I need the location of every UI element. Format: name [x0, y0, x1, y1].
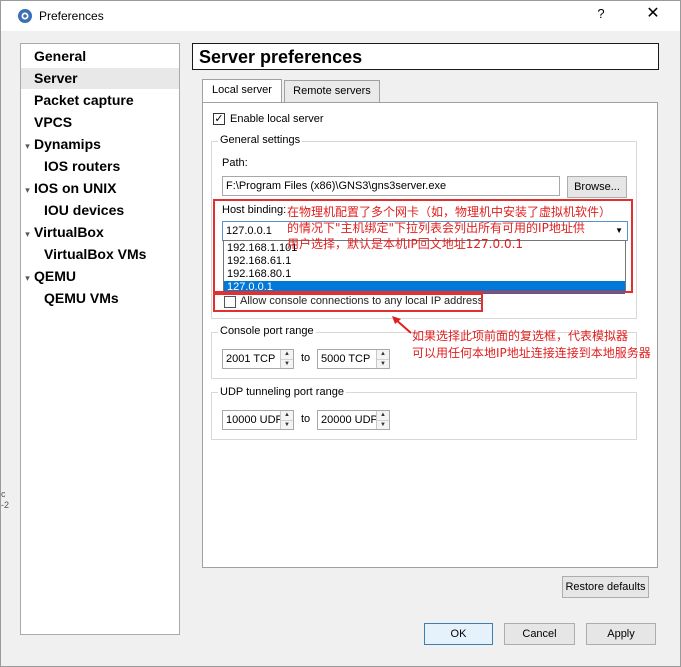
spin-down-icon[interactable]: ▼: [281, 420, 293, 429]
sidebar-item-label: IOU devices: [44, 202, 125, 218]
sidebar-item-server[interactable]: Server: [21, 68, 179, 89]
browse-button[interactable]: Browse...: [567, 176, 627, 198]
background-text-fragment: -2: [1, 500, 10, 510]
chevron-down-icon[interactable]: ▾: [21, 224, 34, 245]
sidebar-item-general[interactable]: General: [21, 46, 179, 67]
window-title: Preferences: [39, 9, 104, 23]
udp-port-to-value: 20000 UDP: [321, 414, 378, 426]
sidebar-item-virtualbox-vms[interactable]: VirtualBox VMs: [21, 244, 179, 265]
udp-port-from-spinner[interactable]: 10000 UDP ▲ ▼: [222, 410, 294, 430]
restore-defaults-button[interactable]: Restore defaults: [562, 576, 649, 598]
spin-down-icon[interactable]: ▼: [377, 420, 389, 429]
spin-down-icon[interactable]: ▼: [281, 359, 293, 368]
spin-up-icon[interactable]: ▲: [377, 411, 389, 420]
sidebar-item-label: Packet capture: [34, 92, 134, 108]
sidebar-item-label: Server: [34, 70, 78, 86]
title-bar: Preferences ? ✕: [1, 1, 680, 31]
chevron-down-icon[interactable]: ▾: [21, 136, 34, 157]
chevron-down-icon[interactable]: ▾: [21, 180, 34, 201]
sidebar-item-label: QEMU VMs: [44, 290, 119, 306]
sidebar-item-label: VirtualBox: [34, 224, 104, 240]
ok-button[interactable]: OK: [424, 623, 493, 645]
udp-port-from-value: 10000 UDP: [226, 414, 283, 426]
spinner-buttons: ▲ ▼: [376, 411, 389, 429]
sidebar-item-qemu-vms[interactable]: QEMU VMs: [21, 288, 179, 309]
help-icon[interactable]: ?: [593, 5, 609, 23]
sidebar-item-label: QEMU: [34, 268, 76, 284]
allow-console-highlight-box: [213, 293, 483, 312]
path-label: Path:: [222, 157, 248, 169]
spinner-buttons: ▲ ▼: [280, 350, 293, 368]
spinner-buttons: ▲ ▼: [376, 350, 389, 368]
enable-local-server-checkbox[interactable]: ✓: [213, 113, 225, 125]
cancel-button[interactable]: Cancel: [504, 623, 575, 645]
page-title-box: Server preferences: [192, 43, 659, 70]
preferences-window: Preferences ? ✕ c -2 General Server Pack…: [0, 0, 681, 667]
spin-up-icon[interactable]: ▲: [377, 350, 389, 359]
sidebar-item-virtualbox[interactable]: ▾ VirtualBox: [21, 222, 179, 243]
sidebar-item-dynamips[interactable]: ▾ Dynamips: [21, 134, 179, 155]
sidebar-item-label: IOS on UNIX: [34, 180, 117, 196]
console-annotation-line: 可以用任何本地IP地址连接连接到本地服务器: [412, 346, 651, 360]
page-title: Server preferences: [199, 47, 363, 67]
console-port-from-spinner[interactable]: 2001 TCP ▲ ▼: [222, 349, 294, 369]
console-port-to-spinner[interactable]: 5000 TCP ▲ ▼: [317, 349, 390, 369]
console-port-to-value: 5000 TCP: [321, 353, 371, 365]
apply-button[interactable]: Apply: [586, 623, 656, 645]
general-settings-title: General settings: [218, 134, 303, 146]
sidebar-item-vpcs[interactable]: VPCS: [21, 112, 179, 133]
sidebar-item-packet-capture[interactable]: Packet capture: [21, 90, 179, 111]
console-annotation-line: 如果选择此项前面的复选框，代表模拟器: [412, 329, 629, 343]
sidebar-item-qemu[interactable]: ▾ QEMU: [21, 266, 179, 287]
annotation-arrow-icon: [392, 316, 412, 334]
host-binding-annotation-line: 的情况下"主机绑定"下拉列表会列出所有可用的IP地址供: [287, 221, 585, 235]
to-label: to: [301, 352, 311, 364]
sidebar-item-label: Dynamips: [34, 136, 101, 152]
host-binding-annotation-line: 在物理机配置了多个网卡（如，物理机中安装了虚拟机软件）: [287, 205, 612, 219]
path-input[interactable]: F:\Program Files (x86)\GNS3\gns3server.e…: [222, 176, 560, 196]
sidebar-item-ios-on-unix[interactable]: ▾ IOS on UNIX: [21, 178, 179, 199]
spin-up-icon[interactable]: ▲: [281, 350, 293, 359]
background-text-fragment: c: [1, 489, 6, 499]
spin-down-icon[interactable]: ▼: [377, 359, 389, 368]
udp-port-title: UDP tunneling port range: [218, 386, 346, 398]
sidebar-item-iou-devices[interactable]: IOU devices: [21, 200, 179, 221]
sidebar-item-ios-routers[interactable]: IOS routers: [21, 156, 179, 177]
sidebar-item-label: IOS routers: [44, 158, 121, 174]
console-port-from-value: 2001 TCP: [226, 353, 276, 365]
udp-port-to-spinner[interactable]: 20000 UDP ▲ ▼: [317, 410, 390, 430]
to-label: to: [301, 413, 311, 425]
enable-local-server-label: Enable local server: [230, 113, 324, 125]
sidebar-item-label: VPCS: [34, 114, 73, 130]
chevron-down-icon[interactable]: ▾: [21, 268, 34, 289]
sidebar-item-label: General: [34, 48, 87, 64]
tab-local-server[interactable]: Local server: [202, 79, 282, 103]
spinner-buttons: ▲ ▼: [280, 411, 293, 429]
gns3-app-icon: [18, 9, 32, 23]
spin-up-icon[interactable]: ▲: [281, 411, 293, 420]
close-icon[interactable]: ✕: [638, 3, 668, 25]
sidebar-item-label: VirtualBox VMs: [44, 246, 147, 262]
console-port-title: Console port range: [218, 325, 316, 337]
host-binding-annotation-line: 用户选择，默认是本机IP回文地址127.0.0.1: [287, 237, 524, 251]
preferences-sidebar: General Server Packet capture VPCS ▾ Dyna…: [20, 43, 180, 635]
tab-remote-servers[interactable]: Remote servers: [284, 80, 380, 102]
